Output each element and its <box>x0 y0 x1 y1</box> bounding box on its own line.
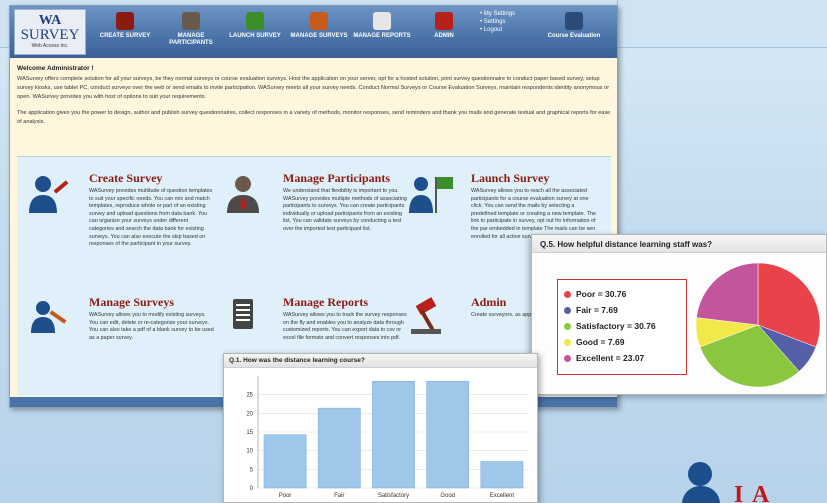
nav-admin[interactable]: Admin <box>413 10 475 56</box>
logout-link[interactable]: Logout <box>480 26 550 34</box>
pie-slice-excellent <box>696 262 759 326</box>
nav-label: Manage Participants <box>169 33 213 46</box>
nav-label: Create Survey <box>99 33 151 39</box>
legend-item-excellent: Excellent = 23.07 <box>564 350 680 366</box>
logo-survey: SURVEY <box>20 27 80 43</box>
legend-swatch <box>564 338 571 346</box>
y-tick-label: 15 <box>246 430 253 436</box>
participants-icon <box>182 12 200 30</box>
legend-item-poor: Poor = 30.76 <box>564 286 680 302</box>
top-navigation: WA SURVEY Web Access Inc. Create Survey M… <box>10 6 617 58</box>
bar-poor <box>263 434 307 489</box>
brand-person-body <box>682 486 720 503</box>
gavel-icon <box>435 12 453 30</box>
wrench-icon <box>310 12 328 30</box>
feature-title: Manage Surveys <box>89 295 174 309</box>
welcome-heading: Welcome Administrator ! <box>17 65 94 72</box>
intro-section: Welcome Administrator ! WASurvey offers … <box>17 64 611 134</box>
report-icon <box>233 299 253 329</box>
wasurvey-logo[interactable]: WA SURVEY Web Access Inc. <box>14 9 86 55</box>
legend-label: Fair = 7.69 <box>576 305 618 315</box>
launch-flag-icon <box>246 12 264 30</box>
brand-logo-fragment: I A <box>682 462 827 503</box>
feature-title: Launch Survey <box>471 171 550 185</box>
bar-chart-title: Q.1. How was the distance learning cours… <box>229 357 365 364</box>
pie-chart-title: Q.5. How helpful distance learning staff… <box>540 240 713 249</box>
x-tick-label: Good <box>440 493 455 499</box>
nav-create-survey[interactable]: Create Survey <box>94 10 156 56</box>
legend-label: Poor = 30.76 <box>576 289 627 299</box>
legend-swatch <box>564 354 571 362</box>
bar-fair <box>317 407 361 489</box>
participants-icon <box>227 176 259 213</box>
bar-chart-panel: Q.1. How was the distance learning cours… <box>223 353 538 503</box>
feature-title: Create Survey <box>89 171 163 185</box>
report-icon <box>373 12 391 30</box>
pie-chart-panel: Q.5. How helpful distance learning staff… <box>531 234 827 395</box>
legend-swatch <box>564 290 571 298</box>
feature-description: WASurvey provides multitude of question … <box>89 188 213 248</box>
nav-course-evaluation[interactable]: Course Evaluation <box>543 10 605 56</box>
legend-swatch <box>564 306 571 314</box>
wasurvey-window: WA SURVEY Web Access Inc. Create Survey M… <box>9 5 618 408</box>
wrench-icon <box>31 301 67 333</box>
legend-label: Good = 7.69 <box>576 337 625 347</box>
feature-title: Manage Reports <box>283 295 368 309</box>
create-survey-icon <box>116 12 134 30</box>
intro-paragraph-1: WASurvey offers complete solution for al… <box>17 76 610 100</box>
pie-legend: Poor = 30.76 Fair = 7.69 Satisfactory = … <box>557 279 687 375</box>
nav-label: Launch Survey <box>229 33 281 39</box>
feature-title: Manage Participants <box>283 171 390 185</box>
y-tick-label: 5 <box>250 467 254 473</box>
legend-label: Satisfactory = 30.76 <box>576 321 656 331</box>
nav-manage-reports[interactable]: Manage Reports <box>351 10 413 56</box>
legend-item-fair: Fair = 7.69 <box>564 302 680 318</box>
nav-label: Admin <box>434 33 454 39</box>
nav-launch-survey[interactable]: Launch Survey <box>224 10 286 56</box>
intro-paragraph-2: The application gives you the power to d… <box>17 110 611 125</box>
x-tick-label: Fair <box>334 493 344 499</box>
create-survey-icon <box>29 176 69 213</box>
feature-description: WASurvey allows you to track the survey … <box>283 312 407 341</box>
y-tick-label: 20 <box>246 411 253 417</box>
legend-label: Excellent = 23.07 <box>576 353 645 363</box>
nav-label: Manage Surveys <box>290 33 348 39</box>
nav-label: Manage Reports <box>353 33 411 39</box>
x-tick-label: Satisfactory <box>378 493 409 499</box>
course-evaluation-icon <box>565 12 583 30</box>
legend-item-good: Good = 7.69 <box>564 334 680 350</box>
launch-flag-icon <box>409 177 453 213</box>
settings-link[interactable]: Settings <box>480 18 550 26</box>
logo-wa: WA <box>38 13 62 28</box>
my-settings-link[interactable]: My Settings <box>480 10 550 18</box>
feature-description: WASurvey allows you to modify existing s… <box>89 312 214 341</box>
bar-chart: 0 5 10 15 20 25 Poor Fair Satisfactory Good Excell… <box>246 376 529 499</box>
y-tick-label: 10 <box>246 449 253 455</box>
feature-description: We understand that flexibility is import… <box>283 188 407 232</box>
pie-chart <box>695 262 821 388</box>
legend-swatch <box>564 322 571 330</box>
y-tick-label: 0 <box>250 486 254 492</box>
gavel-icon <box>411 297 441 334</box>
bar-satisfactory <box>372 380 415 489</box>
x-tick-label: Excellent <box>490 493 515 499</box>
brand-person-icon <box>688 462 712 486</box>
y-tick-label: 25 <box>246 393 253 399</box>
legend-item-satisfactory: Satisfactory = 30.76 <box>564 318 680 334</box>
settings-menu: My Settings Settings Logout <box>480 10 550 34</box>
feature-title: Admin <box>471 295 507 309</box>
nav-manage-surveys[interactable]: Manage Surveys <box>288 10 350 56</box>
brand-text: I A <box>734 482 772 503</box>
logo-subtitle: Web Access Inc. <box>31 43 69 49</box>
x-tick-label: Poor <box>279 493 292 499</box>
nav-label: Course Evaluation <box>547 33 601 39</box>
bar-good <box>426 380 470 489</box>
bar-excellent <box>480 461 524 489</box>
nav-manage-participants[interactable]: Manage Participants <box>160 10 222 56</box>
